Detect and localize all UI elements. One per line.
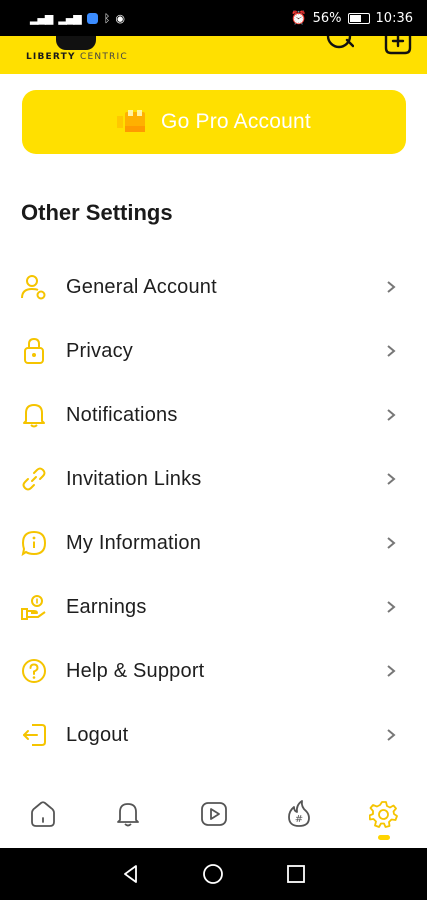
chevron-right-icon: [387, 601, 396, 613]
signal-icon: ▂▄▆: [30, 11, 53, 25]
menu-item-logout[interactable]: Logout: [0, 703, 427, 767]
search-icon[interactable]: [324, 36, 354, 56]
app-notification-icon: [86, 12, 98, 24]
go-pro-label: Go Pro Account: [161, 110, 311, 133]
help-icon: [20, 657, 48, 685]
logout-icon: [20, 721, 48, 749]
logo-secondary: CENTRIC: [80, 52, 128, 62]
menu-item-privacy[interactable]: Privacy: [0, 319, 427, 383]
chevron-right-icon: [387, 665, 396, 677]
bell-icon: [20, 401, 48, 429]
chevron-right-icon: [387, 281, 396, 293]
home-icon: [30, 801, 55, 827]
gear-icon: [369, 801, 399, 828]
active-tab-indicator: [378, 835, 391, 840]
menu-label: Logout: [66, 723, 129, 746]
back-icon[interactable]: [119, 862, 143, 886]
play-icon: [200, 802, 227, 826]
status-right: ⏰ 56% 10:36: [290, 11, 413, 26]
menu-label: My Information: [66, 531, 202, 554]
logo-mark: [56, 36, 96, 50]
hashtag-flame-icon: #: [288, 800, 310, 827]
menu-item-my-information[interactable]: My Information: [0, 511, 427, 575]
info-bubble-icon: [20, 529, 48, 557]
menu-label: Earnings: [66, 595, 147, 618]
section-title: Other Settings: [21, 200, 173, 225]
crown-icon: [117, 110, 146, 132]
logo-text: LIBERTY CENTRIC: [26, 52, 128, 62]
menu-item-earnings[interactable]: Earnings: [0, 575, 427, 639]
svg-text:#: #: [295, 814, 303, 825]
user-gear-icon: [20, 273, 48, 301]
link-icon: [20, 465, 48, 493]
nav-tab-trending[interactable]: #: [256, 780, 341, 848]
nav-tab-videos[interactable]: [171, 780, 256, 848]
signal-icon-2: ▂▄▆: [58, 11, 81, 25]
bottom-nav: #: [0, 780, 427, 848]
messenger-icon: ◉: [115, 11, 125, 25]
chevron-right-icon: [387, 409, 396, 421]
status-bar: ▂▄▆ ▂▄▆ ᛒ ◉ ⏰ 56% 10:36: [0, 0, 427, 36]
menu-label: Invitation Links: [66, 467, 202, 490]
menu-label: Privacy: [66, 339, 133, 362]
settings-menu: General Account Privacy Notifications In…: [0, 255, 427, 767]
menu-item-general-account[interactable]: General Account: [0, 255, 427, 319]
battery-percent: 56%: [312, 10, 342, 26]
chevron-right-icon: [387, 537, 396, 549]
menu-item-help-support[interactable]: Help & Support: [0, 639, 427, 703]
bell-icon: [117, 803, 140, 827]
menu-label: General Account: [66, 275, 217, 298]
coin-hand-icon: [20, 593, 48, 621]
logo[interactable]: LIBERTY CENTRIC: [26, 36, 136, 74]
menu-label: Help & Support: [66, 659, 205, 682]
logo-primary: LIBERTY: [26, 52, 76, 62]
menu-item-invitation-links[interactable]: Invitation Links: [0, 447, 427, 511]
clock: 10:36: [375, 10, 413, 26]
nav-tab-notifications[interactable]: [85, 780, 170, 848]
add-post-icon[interactable]: [384, 36, 412, 56]
bluetooth-icon: ᛒ: [103, 11, 111, 25]
system-nav-bar: [0, 848, 427, 900]
lock-icon: [20, 337, 48, 365]
alarm-icon: ⏰: [290, 10, 307, 26]
chevron-right-icon: [387, 473, 396, 485]
menu-label: Notifications: [66, 403, 178, 426]
menu-item-notifications[interactable]: Notifications: [0, 383, 427, 447]
app-header: LIBERTY CENTRIC: [0, 36, 427, 74]
go-pro-button[interactable]: Go Pro Account: [22, 90, 406, 154]
nav-tab-settings[interactable]: [342, 780, 427, 848]
recents-icon[interactable]: [284, 862, 308, 886]
chevron-right-icon: [387, 729, 396, 741]
home-button-icon[interactable]: [201, 862, 225, 886]
chevron-right-icon: [387, 345, 396, 357]
battery-icon: [347, 12, 370, 24]
status-left: ▂▄▆ ▂▄▆ ᛒ ◉: [30, 11, 125, 25]
nav-tab-home[interactable]: [0, 780, 85, 848]
